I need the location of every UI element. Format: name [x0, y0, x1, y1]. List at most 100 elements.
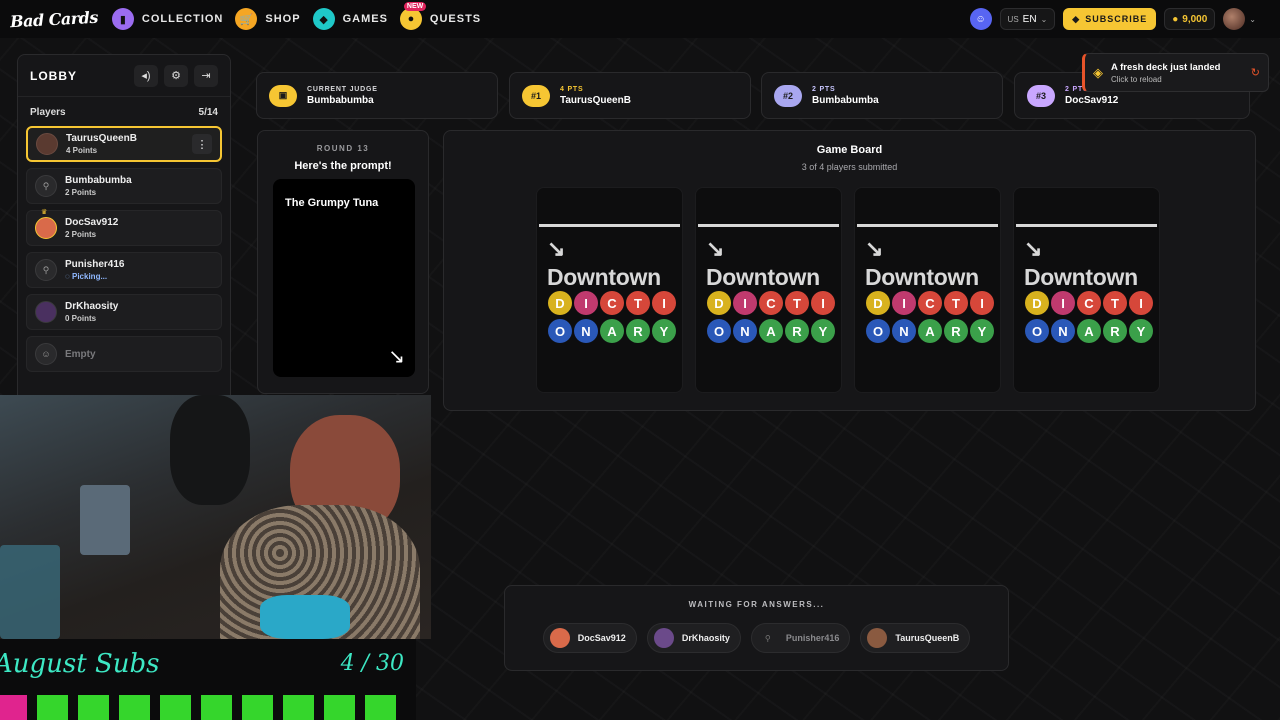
player-card[interactable]: TaurusQueenB 4 Points ⋮: [26, 126, 222, 162]
letter-dot: R: [785, 319, 809, 343]
discord-icon[interactable]: ☺: [969, 8, 992, 30]
player-name: TaurusQueenB: [66, 133, 137, 144]
coin-balance[interactable]: ● 9,000: [1164, 8, 1216, 30]
avatar: [549, 628, 570, 648]
microphone: [170, 395, 250, 505]
settings-button[interactable]: ⚙: [164, 64, 188, 87]
submitted-card[interactable]: ↘ Downtown D I C T I O N A R Y: [1013, 187, 1160, 393]
diamond-icon: ◆: [1072, 13, 1081, 24]
board-subtitle: 3 of 4 players submitted: [801, 162, 898, 172]
more-options-button[interactable]: ⋮: [192, 134, 212, 154]
subscribe-button[interactable]: ◆ SUBSCRIBE: [1063, 8, 1157, 30]
prompt-text: The Grumpy Tuna: [285, 197, 379, 209]
board-title: Game Board: [816, 144, 883, 156]
card-letters-row: DICTI: [548, 291, 676, 315]
letter-dot: I: [1129, 291, 1153, 315]
top-nav: Bad Cards ▮ COLLECTION 🛒 SHOP ◆ GAMES ● N…: [0, 0, 1280, 38]
submitted-card[interactable]: ↘ Downtown D I C T I O N A R Y: [854, 187, 1001, 393]
prompt-panel: ROUND 13 Here's the prompt! The Grumpy T…: [257, 130, 429, 394]
player-card[interactable]: ⚲ Bumbabumba 2 Points: [26, 168, 222, 204]
card-brand: Downtown: [865, 264, 979, 290]
player-points: 0 Points: [65, 314, 97, 323]
letter-dot: D: [1025, 291, 1049, 315]
language-select[interactable]: US EN ⌄: [999, 8, 1056, 30]
letter-dot: A: [600, 319, 624, 343]
deck-icon: ◈: [1093, 64, 1103, 80]
score-name: Bumbabumba: [307, 94, 374, 106]
progress-block: [119, 695, 150, 720]
new-badge: NEW: [403, 2, 427, 11]
sound-button[interactable]: ◂): [134, 64, 158, 87]
card-brand: Downtown: [547, 264, 661, 290]
game-board: Game Board 3 of 4 players submitted ↘ Dow…: [443, 130, 1256, 411]
user-icon: ⚲: [764, 633, 771, 643]
letter-dot: T: [785, 291, 809, 315]
card-letters-row: ONARY: [1025, 319, 1153, 343]
score-name: TaurusQueenB: [560, 94, 631, 106]
letter-dot: A: [759, 319, 783, 343]
subscribe-label: SUBSCRIBE: [1085, 14, 1148, 24]
nav-shop-label: SHOP: [265, 13, 301, 25]
card-stripe: [698, 224, 839, 227]
waiting-player-chip: DrKhaosity: [646, 623, 741, 653]
subs-title: August Subs: [0, 649, 160, 679]
score-sub: CURRENT JUDGE: [307, 85, 378, 93]
nav-shop[interactable]: 🛒 SHOP: [235, 8, 300, 30]
user-menu[interactable]: ⌄: [1223, 8, 1256, 30]
rank-card: #1 4 PTS TaurusQueenB: [509, 72, 751, 119]
chip-name: DrKhaosity: [681, 633, 730, 643]
letter-dot: I: [574, 291, 598, 315]
games-icon: ◆: [312, 8, 335, 30]
letter-dot: C: [1077, 291, 1101, 315]
progress-block: [0, 695, 27, 720]
empty-slot[interactable]: ☺ Empty: [26, 336, 222, 372]
letter-dot: R: [626, 319, 650, 343]
monitor-glow: [0, 545, 60, 639]
subs-progress-blocks: [0, 695, 396, 720]
card-letters-row: ONARY: [866, 319, 994, 343]
new-deck-toast[interactable]: ◈ A fresh deck just landed Click to relo…: [1082, 53, 1269, 92]
nav-collection[interactable]: ▮ COLLECTION: [111, 8, 224, 30]
letter-dot: Y: [970, 319, 994, 343]
player-name: Bumbabumba: [65, 175, 132, 186]
chip-name: TaurusQueenB: [895, 633, 960, 643]
logo[interactable]: Bad Cards: [10, 7, 99, 31]
letter-dot: I: [892, 291, 916, 315]
round-label: ROUND 13: [316, 144, 370, 153]
rank-badge: #2: [774, 84, 802, 107]
progress-block: [160, 695, 191, 720]
letter-dot: Y: [652, 319, 676, 343]
nav-quests[interactable]: ● NEW QUESTS: [399, 2, 481, 30]
empty-seat-icon: ☺: [35, 343, 57, 365]
card-letters-row: DICTI: [866, 291, 994, 315]
player-card[interactable]: DrKhaosity 0 Points: [26, 294, 222, 330]
card-brand: Downtown: [706, 264, 820, 290]
coin-icon: ●: [1172, 13, 1179, 25]
letter-dot: I: [733, 291, 757, 315]
lang-country: US: [1007, 14, 1019, 24]
letter-dot: C: [918, 291, 942, 315]
submitted-card[interactable]: ↘ Downtown D I C T I O N A R Y: [536, 187, 683, 393]
progress-block: [324, 695, 355, 720]
submitted-cards: ↘ Downtown D I C T I O N A R Y ↘ Downtown D I C T I O N A R Y ↘ D…: [536, 187, 1160, 393]
gear-icon: ⚙: [171, 70, 181, 82]
submitted-card[interactable]: ↘ Downtown D I C T I O N A R Y: [695, 187, 842, 393]
nav-games[interactable]: ◆ GAMES: [312, 8, 388, 30]
letter-dot: A: [1077, 319, 1101, 343]
letter-dot: R: [1103, 319, 1127, 343]
coin-amount: 9,000: [1182, 13, 1208, 25]
toast-subtitle: Click to reload: [1111, 74, 1162, 84]
progress-block: [78, 695, 109, 720]
leave-button[interactable]: ⇥: [194, 64, 218, 87]
reload-icon[interactable]: ↻: [1251, 66, 1260, 79]
avatar: [867, 628, 888, 648]
score-sub: 2 PTS: [812, 85, 836, 93]
prompt-card: The Grumpy Tuna ↘: [273, 179, 415, 377]
progress-block: [283, 695, 314, 720]
avatar: [653, 628, 674, 648]
rank-card: #2 2 PTS Bumbabumba: [761, 72, 1003, 119]
player-card[interactable]: ⚲ Punisher416 ◌ Picking...: [26, 252, 222, 288]
letter-dot: C: [600, 291, 624, 315]
letter-dot: D: [866, 291, 890, 315]
player-card[interactable]: ♛ DocSav912 2 Points: [26, 209, 222, 246]
